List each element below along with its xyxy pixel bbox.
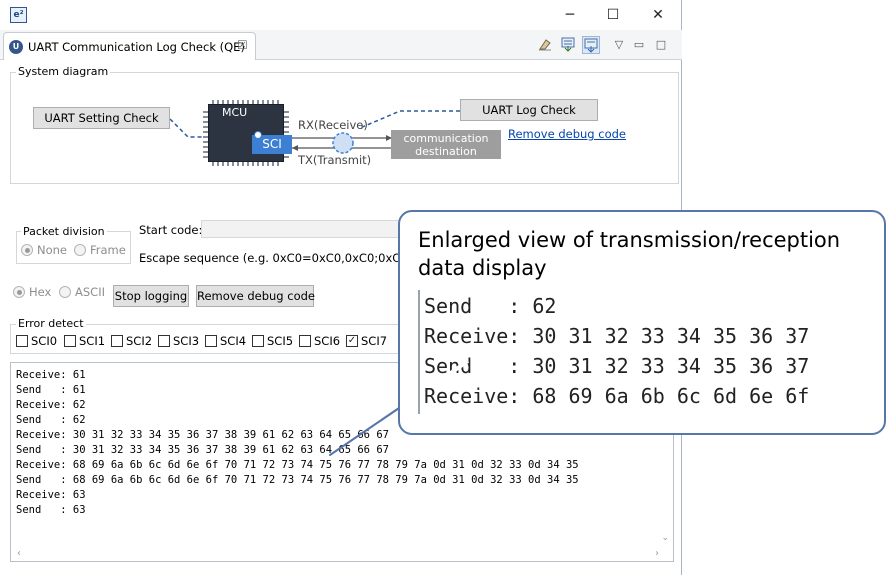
callout-pointer-mask: [440, 359, 470, 381]
